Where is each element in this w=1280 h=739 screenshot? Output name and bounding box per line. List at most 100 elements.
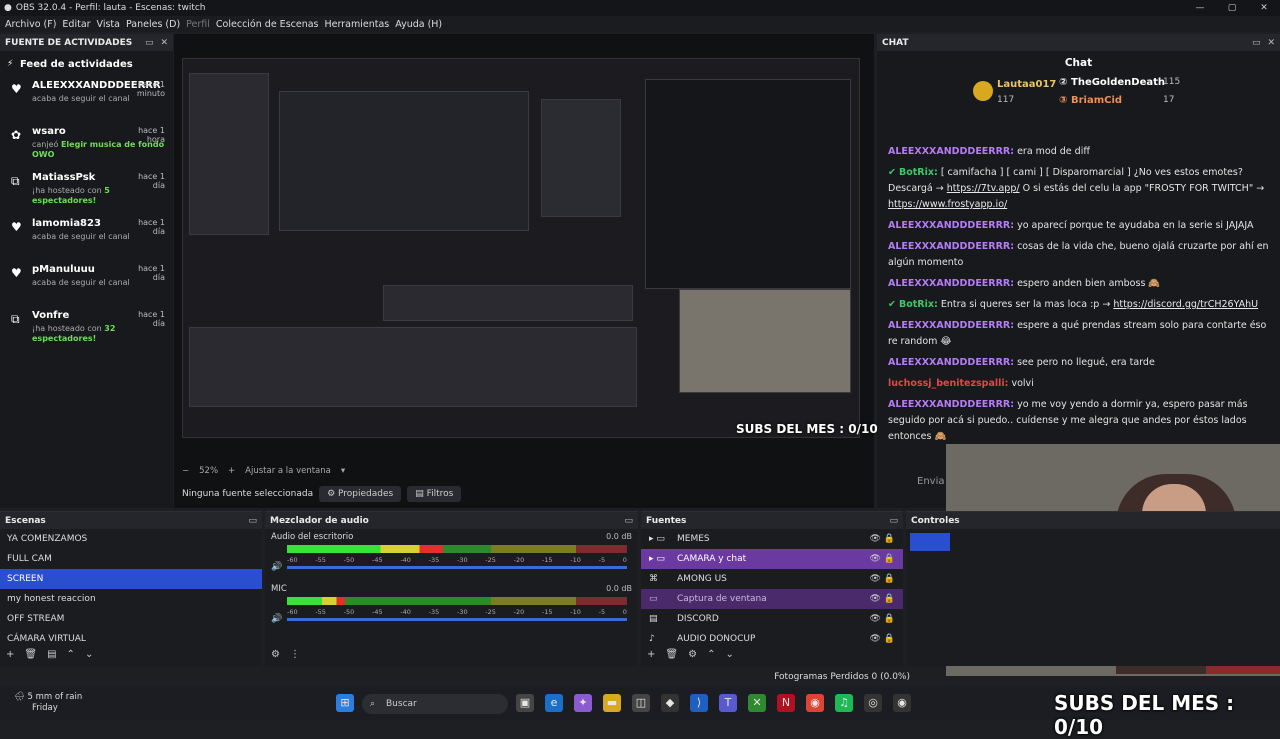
volume-slider[interactable] [287, 618, 627, 621]
close-icon[interactable]: ✕ [1267, 38, 1275, 48]
scene-item[interactable]: SCREEN [0, 569, 262, 589]
trash-icon[interactable]: 🗑 [24, 649, 37, 660]
move-down-icon[interactable]: ⌄ [85, 649, 93, 660]
visibility-lock-icons[interactable]: 👁 🔒 [870, 629, 896, 649]
obs-icon[interactable]: ◎ [864, 694, 882, 712]
store-icon[interactable]: ◫ [632, 694, 650, 712]
scene-item[interactable]: YA COMENZAMOS [0, 529, 262, 549]
chevron-down-icon[interactable]: ▾ [341, 466, 345, 476]
teams-icon[interactable]: T [719, 694, 737, 712]
add-source-button[interactable]: + [647, 649, 655, 660]
scene-item[interactable]: CÁMARA VIRTUAL [0, 629, 262, 649]
float-icon[interactable]: ▭ [889, 516, 898, 526]
source-item[interactable]: ▭ Captura de ventana 👁 🔒 [641, 589, 903, 609]
visibility-lock-icons[interactable]: 👁 🔒 [870, 569, 896, 589]
scene-item[interactable]: OFF STREAM [0, 609, 262, 629]
source-item[interactable]: ⌘ AMONG US 👁 🔒 [641, 569, 903, 589]
chrome-2-icon[interactable]: ◉ [893, 694, 911, 712]
visibility-lock-icons[interactable]: 👁 🔒 [870, 529, 896, 549]
chat-message: ✔ BotRix: [ camifacha ] [ cami ] [ Dispa… [888, 165, 1278, 213]
visibility-lock-icons[interactable]: 👁 🔒 [870, 609, 896, 629]
windows-start-icon[interactable]: ⊞ [336, 694, 354, 712]
weather-widget[interactable]: 🌧 5 mm of rain Friday [14, 692, 82, 714]
chrome-icon[interactable]: ◉ [806, 694, 824, 712]
chat-dock-header: CHAT ▭ ✕ [877, 34, 1280, 51]
menu-archivo[interactable]: Archivo (F) [5, 19, 56, 30]
start-streaming-button[interactable] [910, 533, 950, 551]
zoom-out-button[interactable]: − [182, 466, 189, 476]
taskbar-search[interactable]: ⌕ Buscar [362, 694, 508, 714]
channel-name: Audio del escritorio [271, 532, 354, 542]
gamepad-icon: ⌘ [649, 574, 658, 584]
spotify-icon[interactable]: ♫ [835, 694, 853, 712]
menu-paneles[interactable]: Paneles (D) [126, 19, 180, 30]
zoom-in-button[interactable]: + [228, 466, 235, 476]
source-item[interactable]: ▸ ▭ MEMES 👁 🔒 [641, 529, 903, 549]
event-time: hace 1 día [138, 172, 165, 190]
menu-ayuda[interactable]: Ayuda (H) [395, 19, 442, 30]
folder-icon[interactable]: ▬ [603, 694, 621, 712]
visibility-lock-icons[interactable]: 👁 🔒 [870, 589, 896, 609]
source-item[interactable]: ▸ ▭ CAMARA y chat 👁 🔒 [641, 549, 903, 569]
chat-link[interactable]: https://discord.gg/trCH26YAhU [1113, 299, 1258, 310]
close-icon[interactable]: ✕ [160, 38, 168, 48]
scale-tick: -25 [485, 608, 496, 616]
menu-coleccion[interactable]: Colección de Escenas [216, 19, 319, 30]
scale-tick: -45 [371, 556, 383, 564]
chat-input[interactable]: Envia [917, 476, 944, 487]
minimize-button[interactable]: — [1184, 3, 1216, 13]
activity-event: ⧉ MatiassPsk hace 1 día ¡ha hosteado con 5 … [0, 172, 173, 218]
filter-icon: ▤ [415, 489, 427, 499]
xbox-icon[interactable]: ✕ [748, 694, 766, 712]
move-down-icon[interactable]: ⌄ [725, 649, 733, 660]
float-icon[interactable]: ▭ [248, 516, 257, 526]
search-icon: ⌕ [370, 699, 376, 709]
app-icon[interactable]: ◆ [661, 694, 679, 712]
chat-link[interactable]: https://7tv.app/ [947, 183, 1020, 194]
properties-button[interactable]: ⚙ Propiedades [319, 486, 402, 502]
float-icon[interactable]: ▭ [1252, 38, 1261, 48]
fit-window-select[interactable]: Ajustar a la ventana [245, 466, 331, 476]
trash-icon[interactable]: 🗑 [665, 649, 678, 660]
heart-icon: ♥ [11, 82, 22, 96]
move-up-icon[interactable]: ⌃ [67, 649, 75, 660]
copilot-icon[interactable]: ✦ [574, 694, 592, 712]
source-item[interactable]: ▤ DISCORD 👁 🔒 [641, 609, 903, 629]
more-icon[interactable]: ⋮ [290, 649, 300, 660]
meter-scale: -60 -55 -50 -45 -40 -35 -30 -25 -20 -15 -10 -5 0 [287, 608, 627, 616]
source-item[interactable]: ♪ AUDIO DONOCUP 👁 🔒 [641, 629, 903, 649]
speaker-icon[interactable]: 🔊 [271, 562, 282, 572]
scene-filters-icon[interactable]: ▤ [47, 649, 56, 660]
netflix-icon[interactable]: N [777, 694, 795, 712]
vscode-icon[interactable]: ⟩ [690, 694, 708, 712]
scene-item[interactable]: my honest reaccion [0, 589, 262, 609]
chat-username: ALEEXXXANDDDEERRR: [888, 220, 1015, 231]
close-button[interactable]: ✕ [1248, 3, 1280, 13]
menu-editar[interactable]: Editar [62, 19, 90, 30]
source-toolbar: Ninguna fuente seleccionada ⚙ Propiedade… [174, 482, 874, 506]
task-view-icon[interactable]: ▣ [516, 694, 534, 712]
move-up-icon[interactable]: ⌃ [707, 649, 715, 660]
title-bar: ● OBS 32.0.4 - Perfil: lauta - Escenas: … [0, 0, 1280, 16]
chat-username: ALEEXXXANDDDEERRR: [888, 357, 1015, 368]
float-icon[interactable]: ▭ [624, 516, 633, 526]
visibility-lock-icons[interactable]: 👁 🔒 [870, 549, 896, 569]
maximize-button[interactable]: ▢ [1216, 3, 1248, 13]
mixer-settings-icon[interactable]: ⚙ [271, 649, 280, 660]
float-icon[interactable]: ▭ [145, 38, 154, 48]
menu-vista[interactable]: Vista [97, 19, 120, 30]
gear-icon[interactable]: ⚙ [688, 649, 697, 660]
add-scene-button[interactable]: + [6, 649, 14, 660]
volume-slider[interactable] [287, 566, 627, 569]
chat-link[interactable]: https://www.frostyapp.io/ [888, 199, 1007, 210]
image-icon: ▤ [649, 614, 658, 624]
activity-event: ♥ lamomia823 hace 1 día acaba de seguir el … [0, 218, 173, 264]
chat-message: ✔ BotRix: Entra si queres ser la mas loc… [888, 297, 1278, 313]
edge-icon[interactable]: e [545, 694, 563, 712]
menu-perfil[interactable]: Perfil [186, 19, 210, 30]
sources-toolbar: + 🗑 ⚙ ⌃ ⌄ [647, 649, 734, 660]
filters-button[interactable]: ▤ Filtros [407, 486, 462, 502]
scene-item[interactable]: FULL CAM [0, 549, 262, 569]
menu-herramientas[interactable]: Herramientas [325, 19, 390, 30]
speaker-icon[interactable]: 🔊 [271, 614, 282, 624]
